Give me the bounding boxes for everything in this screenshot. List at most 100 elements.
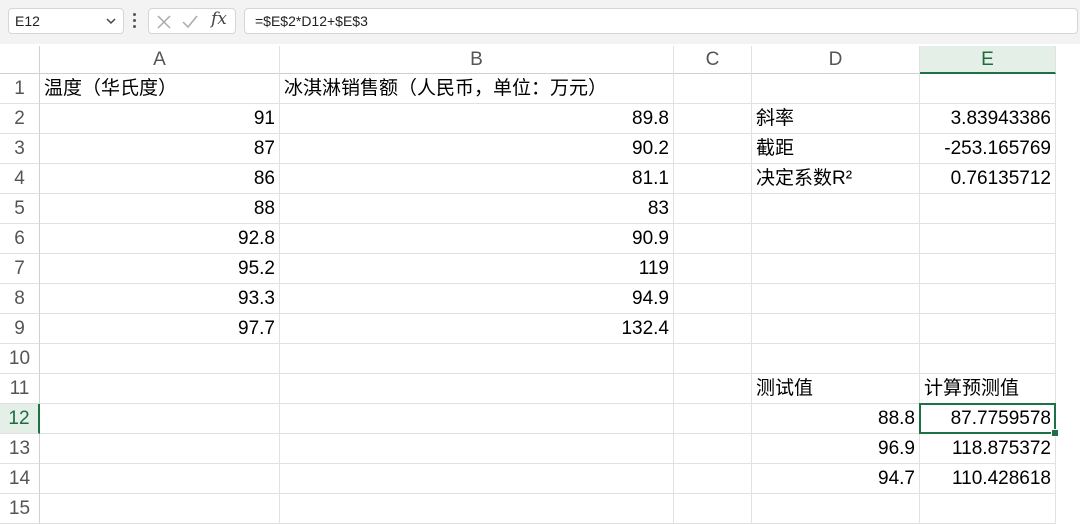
column-header-c[interactable]: C xyxy=(674,46,752,74)
column-header-d[interactable]: D xyxy=(752,46,920,74)
cell-c14[interactable] xyxy=(674,464,752,494)
more-vertical-icon[interactable] xyxy=(133,13,136,29)
cell-c1[interactable] xyxy=(674,74,752,104)
cell-c4[interactable] xyxy=(674,164,752,194)
cell-b3[interactable]: 90.2 xyxy=(280,134,674,164)
cell-b2[interactable]: 89.8 xyxy=(280,104,674,134)
fill-handle[interactable] xyxy=(1051,429,1059,437)
cell-a13[interactable] xyxy=(40,434,280,464)
cell-b5[interactable]: 83 xyxy=(280,194,674,224)
row-header-10[interactable]: 10 xyxy=(0,344,40,374)
cell-a8[interactable]: 93.3 xyxy=(40,284,280,314)
cell-e14[interactable]: 110.428618 xyxy=(920,464,1056,494)
cell-a6[interactable]: 92.8 xyxy=(40,224,280,254)
row-header-6[interactable]: 6 xyxy=(0,224,40,254)
cell-b9[interactable]: 132.4 xyxy=(280,314,674,344)
cell-d9[interactable] xyxy=(752,314,920,344)
row-header-15[interactable]: 15 xyxy=(0,494,40,524)
cell-b6[interactable]: 90.9 xyxy=(280,224,674,254)
cell-d5[interactable] xyxy=(752,194,920,224)
name-box[interactable]: E12 xyxy=(8,8,124,34)
cell-b4[interactable]: 81.1 xyxy=(280,164,674,194)
cell-e4[interactable]: 0.76135712 xyxy=(920,164,1056,194)
cell-c8[interactable] xyxy=(674,284,752,314)
row-header-5[interactable]: 5 xyxy=(0,194,40,224)
cell-d6[interactable] xyxy=(752,224,920,254)
cell-d1[interactable] xyxy=(752,74,920,104)
cell-c9[interactable] xyxy=(674,314,752,344)
row-header-4[interactable]: 4 xyxy=(0,164,40,194)
cell-e2[interactable]: 3.83943386 xyxy=(920,104,1056,134)
row-header-13[interactable]: 13 xyxy=(0,434,40,464)
cell-b12[interactable] xyxy=(280,404,674,434)
row-header-12[interactable]: 12 xyxy=(0,404,40,434)
cell-d10[interactable] xyxy=(752,344,920,374)
cell-a5[interactable]: 88 xyxy=(40,194,280,224)
cell-d13[interactable]: 96.9 xyxy=(752,434,920,464)
cell-c13[interactable] xyxy=(674,434,752,464)
row-header-14[interactable]: 14 xyxy=(0,464,40,494)
cell-d12[interactable]: 88.8 xyxy=(752,404,920,434)
cell-c5[interactable] xyxy=(674,194,752,224)
column-header-a[interactable]: A xyxy=(40,46,280,74)
cell-e3[interactable]: -253.165769 xyxy=(920,134,1056,164)
row-header-7[interactable]: 7 xyxy=(0,254,40,284)
formula-input[interactable]: =$E$2*D12+$E$3 xyxy=(244,8,1078,34)
cell-d2[interactable]: 斜率 xyxy=(752,104,920,134)
row-header-8[interactable]: 8 xyxy=(0,284,40,314)
cell-e8[interactable] xyxy=(920,284,1056,314)
cell-e6[interactable] xyxy=(920,224,1056,254)
cell-e13[interactable]: 118.875372 xyxy=(920,434,1056,464)
cell-e11[interactable]: 计算预测值 xyxy=(920,374,1056,404)
cell-e5[interactable] xyxy=(920,194,1056,224)
cell-e1[interactable] xyxy=(920,74,1056,104)
row-header-11[interactable]: 11 xyxy=(0,374,40,404)
cell-d3[interactable]: 截距 xyxy=(752,134,920,164)
cell-a1[interactable]: 温度（华氏度） xyxy=(40,74,280,104)
cell-b8[interactable]: 94.9 xyxy=(280,284,674,314)
cell-e9[interactable] xyxy=(920,314,1056,344)
cell-d8[interactable] xyxy=(752,284,920,314)
cell-c10[interactable] xyxy=(674,344,752,374)
cell-b11[interactable] xyxy=(280,374,674,404)
function-icon[interactable]: fx xyxy=(211,9,227,29)
cell-a12[interactable] xyxy=(40,404,280,434)
row-header-3[interactable]: 3 xyxy=(0,134,40,164)
cell-c7[interactable] xyxy=(674,254,752,284)
cell-a2[interactable]: 91 xyxy=(40,104,280,134)
cell-a11[interactable] xyxy=(40,374,280,404)
column-header-e[interactable]: E xyxy=(920,46,1056,74)
cell-e15[interactable] xyxy=(920,494,1056,524)
confirm-icon[interactable] xyxy=(181,13,199,31)
cell-d15[interactable] xyxy=(752,494,920,524)
cell-c12[interactable] xyxy=(674,404,752,434)
cancel-icon[interactable] xyxy=(155,13,173,31)
row-header-2[interactable]: 2 xyxy=(0,104,40,134)
cell-c15[interactable] xyxy=(674,494,752,524)
cell-b13[interactable] xyxy=(280,434,674,464)
cell-d4[interactable]: 决定系数R² xyxy=(752,164,920,194)
cell-a4[interactable]: 86 xyxy=(40,164,280,194)
cell-d14[interactable]: 94.7 xyxy=(752,464,920,494)
cell-c11[interactable] xyxy=(674,374,752,404)
cell-c3[interactable] xyxy=(674,134,752,164)
row-header-1[interactable]: 1 xyxy=(0,74,40,104)
cell-e7[interactable] xyxy=(920,254,1056,284)
cell-e10[interactable] xyxy=(920,344,1056,374)
select-all-corner[interactable] xyxy=(0,46,40,74)
cell-b15[interactable] xyxy=(280,494,674,524)
cell-c2[interactable] xyxy=(674,104,752,134)
cell-d11[interactable]: 测试值 xyxy=(752,374,920,404)
chevron-down-icon[interactable] xyxy=(104,14,118,28)
cell-d7[interactable] xyxy=(752,254,920,284)
cell-b7[interactable]: 119 xyxy=(280,254,674,284)
cell-b14[interactable] xyxy=(280,464,674,494)
cell-a7[interactable]: 95.2 xyxy=(40,254,280,284)
row-header-9[interactable]: 9 xyxy=(0,314,40,344)
cell-a3[interactable]: 87 xyxy=(40,134,280,164)
cell-b10[interactable] xyxy=(280,344,674,374)
cell-a9[interactable]: 97.7 xyxy=(40,314,280,344)
cell-a15[interactable] xyxy=(40,494,280,524)
cell-a10[interactable] xyxy=(40,344,280,374)
column-header-b[interactable]: B xyxy=(280,46,674,74)
